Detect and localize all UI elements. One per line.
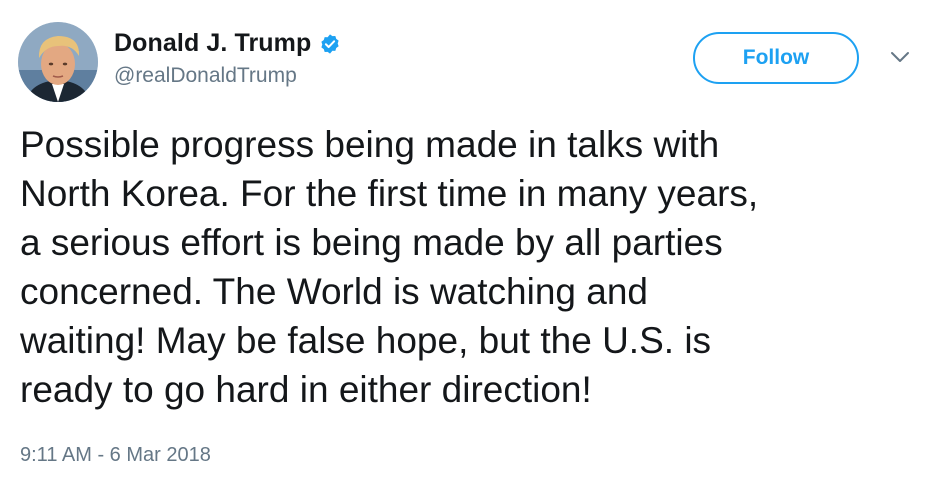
tweet-timestamp[interactable]: 9:11 AM - 6 Mar 2018: [20, 444, 211, 467]
verified-badge-icon: [319, 33, 341, 55]
tweet-text: Possible progress being made in talks wi…: [20, 124, 759, 410]
avatar[interactable]: [18, 22, 98, 102]
tweet-card: Donald J. Trump @realDonaldTrump Follow …: [0, 0, 944, 486]
follow-button[interactable]: Follow: [693, 32, 859, 84]
chevron-down-icon[interactable]: [889, 50, 911, 64]
user-handle[interactable]: @realDonaldTrump: [114, 64, 297, 88]
author-name-row: Donald J. Trump: [114, 29, 341, 58]
avatar-image: [18, 22, 98, 102]
display-name[interactable]: Donald J. Trump: [114, 29, 311, 58]
